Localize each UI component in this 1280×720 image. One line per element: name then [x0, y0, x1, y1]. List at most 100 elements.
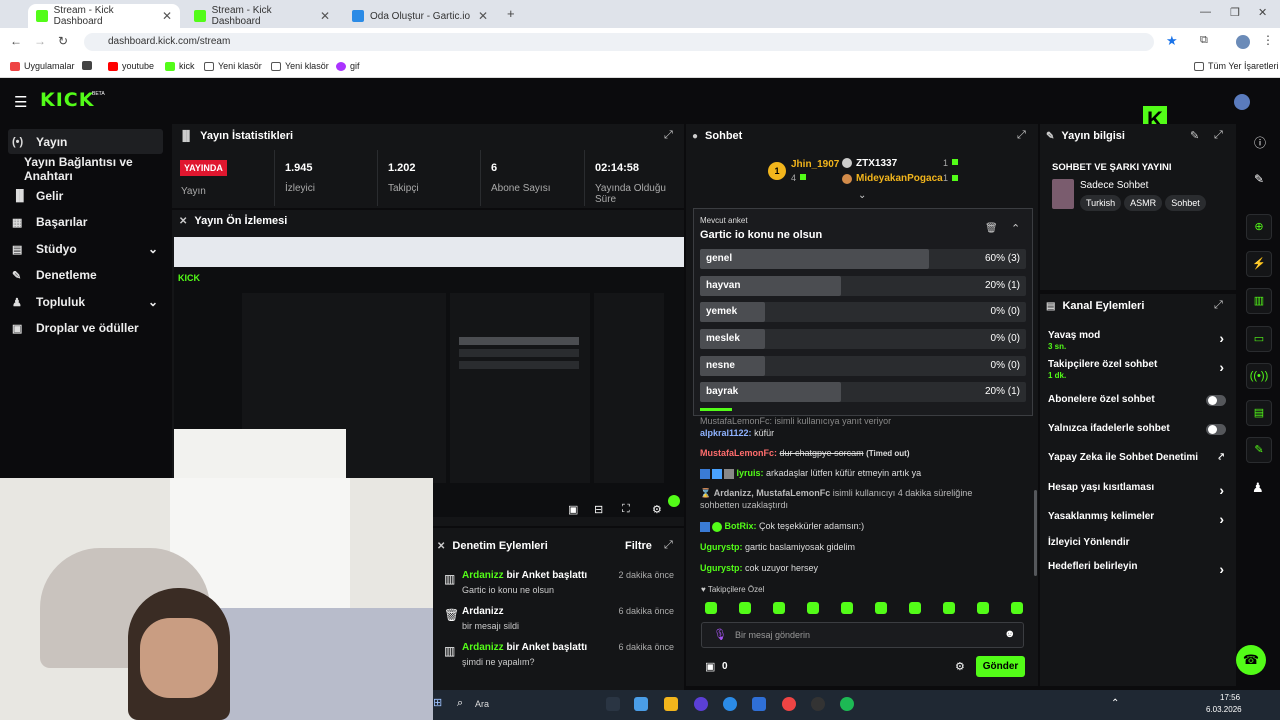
spotify-icon[interactable]	[840, 697, 854, 711]
emote-icon[interactable]	[739, 602, 751, 614]
store-icon[interactable]	[752, 697, 766, 711]
popout-icon[interactable]: ⤢	[1017, 129, 1026, 142]
popout-icon[interactable]: ⤢	[664, 129, 673, 142]
bookmark-folder-2[interactable]: Yeni klasör	[271, 61, 329, 71]
chat-username[interactable]: MustafaLemonFc:	[700, 448, 777, 458]
search-icon[interactable]: ⌕	[457, 697, 463, 710]
minimize-icon[interactable]: —	[1200, 6, 1211, 18]
app-icon[interactable]	[694, 697, 708, 711]
close-window-icon[interactable]: ✕	[1258, 6, 1267, 19]
channel-action-item[interactable]: Yasaklanmış kelimeler ›	[1048, 511, 1232, 527]
edge-icon[interactable]	[723, 697, 737, 711]
sidebar-item-droplar[interactable]: ▣ Droplar ve ödüller	[8, 316, 164, 340]
extensions-icon[interactable]: ⧉	[1200, 34, 1208, 47]
chevron-right-icon[interactable]: ›	[1219, 359, 1224, 375]
edit-icon[interactable]: ✎	[1254, 172, 1264, 186]
bookmark-folder-1[interactable]: Yeni klasör	[204, 61, 262, 71]
chrome-icon[interactable]	[782, 697, 796, 711]
channel-action-item[interactable]: Hedefleri belirleyin ›	[1048, 561, 1232, 577]
chat-username[interactable]: alpkral1122:	[700, 428, 752, 438]
reload-icon[interactable]: ↻	[58, 34, 68, 48]
preview-control-icon[interactable]: ▣	[568, 503, 578, 516]
mod-user[interactable]: Ardanizz	[462, 606, 504, 617]
browser-tab-3[interactable]: Oda Oluştur - Gartic.io ✕	[344, 4, 496, 28]
emote-icon[interactable]	[1011, 602, 1023, 614]
emote-icon[interactable]	[909, 602, 921, 614]
bookmark-star-icon[interactable]: ★	[1166, 33, 1178, 49]
bookmark-kick[interactable]: kick	[165, 61, 195, 71]
explorer-icon[interactable]	[664, 697, 678, 711]
support-button[interactable]: ☎	[1236, 645, 1266, 675]
rail-button-3[interactable]: ▥	[1246, 288, 1272, 314]
task-view-icon[interactable]	[606, 697, 620, 711]
close-icon[interactable]: ✕	[478, 9, 488, 23]
channel-action-item[interactable]: Yapay Zeka ile Sohbet Denetimi ⤤	[1048, 452, 1232, 468]
filter-button[interactable]: Filtre	[625, 540, 652, 552]
emote-icon[interactable]	[977, 602, 989, 614]
chevron-up-icon[interactable]: ⌃	[1011, 222, 1020, 235]
community-icon[interactable]: ♟	[1252, 480, 1264, 496]
url-field[interactable]: dashboard.kick.com/stream	[84, 33, 1154, 51]
bookmark-gif[interactable]: gif	[336, 61, 360, 71]
bookmark-apps[interactable]: Uygulamalar	[10, 61, 75, 71]
chat-username[interactable]: Ardanizz, MustafaLemonFc	[714, 488, 831, 498]
new-tab-icon[interactable]: +	[507, 6, 515, 21]
category-name[interactable]: Sadece Sohbet	[1080, 180, 1148, 191]
fullscreen-icon[interactable]: ⛶	[622, 503, 630, 516]
sidebar-item-studyo[interactable]: ▤ Stüdyo ⌄	[8, 237, 164, 261]
popout-icon[interactable]: ⤢	[1214, 129, 1223, 142]
taskbar-search[interactable]: Ara	[475, 699, 489, 709]
tag-chip[interactable]: Sohbet	[1165, 195, 1206, 211]
mod-user[interactable]: Ardanizz	[462, 570, 504, 581]
emote-icon[interactable]	[943, 602, 955, 614]
sidebar-item-yayin[interactable]: (•) Yayın	[8, 130, 164, 154]
channel-action-item[interactable]: Hesap yaşı kısıtlaması ›	[1048, 482, 1232, 498]
stream-preview-video[interactable]: KICK ▣ ⊟ ⛶ ⚙	[174, 237, 684, 517]
sidebar-item-stream-key[interactable]: Yayın Bağlantısı ve Anahtarı	[20, 155, 168, 183]
rail-button-6[interactable]: ▤	[1246, 400, 1272, 426]
obs-icon[interactable]	[811, 697, 825, 711]
tag-chip[interactable]: Turkish	[1080, 195, 1122, 211]
bookmark-grid[interactable]	[82, 61, 92, 70]
back-icon[interactable]: ←	[10, 34, 22, 48]
sidebar-item-basarilar[interactable]: ▦ Başarılar	[8, 210, 164, 234]
toggle-switch[interactable]	[1206, 395, 1226, 406]
channel-action-item[interactable]: Abonelere özel sohbet	[1048, 394, 1232, 410]
chevron-down-icon[interactable]: ⌄	[858, 190, 866, 201]
bookmark-youtube[interactable]: youtube	[108, 61, 154, 71]
forward-icon[interactable]: →	[34, 34, 46, 48]
emote-icon[interactable]	[841, 602, 853, 614]
chevron-right-icon[interactable]: ›	[1219, 330, 1224, 346]
browser-tab-2[interactable]: Stream - Kick Dashboard ✕	[186, 4, 338, 28]
channel-action-item[interactable]: İzleyici Yönlendir	[1048, 537, 1232, 553]
emote-icon[interactable]	[807, 602, 819, 614]
rail-button-2[interactable]: ⚡	[1246, 251, 1272, 277]
edit-icon[interactable]: ✎	[1190, 129, 1199, 142]
trash-icon[interactable]: 🗑	[985, 223, 998, 234]
sidebar-item-topluluk[interactable]: ♟ Topluluk ⌄	[8, 290, 164, 314]
leader-name[interactable]: ZTX1337	[856, 158, 897, 169]
gear-icon[interactable]: ⚙	[955, 660, 965, 673]
menu-dots-icon[interactable]: ⋮	[1262, 33, 1274, 47]
channel-action-item[interactable]: Yalnızca ifadelerle sohbet	[1048, 423, 1232, 439]
start-icon[interactable]: ⊞	[433, 696, 442, 709]
chat-username[interactable]: Ugurystp:	[700, 563, 743, 573]
leader-name[interactable]: MideyakanPogaca	[856, 173, 943, 184]
profile-avatar[interactable]	[1236, 35, 1250, 49]
tray-chevron-icon[interactable]: ⌃	[1111, 698, 1119, 709]
emote-icon[interactable]	[705, 602, 717, 614]
chevron-right-icon[interactable]: ›	[1219, 511, 1224, 527]
popout-icon[interactable]: ⤢	[1214, 299, 1223, 312]
emote-icon[interactable]	[773, 602, 785, 614]
chat-username[interactable]: Ugurystp:	[700, 542, 743, 552]
hamburger-menu-icon[interactable]: ☰	[14, 93, 27, 111]
external-link-icon[interactable]: ⤤	[1218, 452, 1224, 463]
rail-button-5[interactable]: ((•))	[1246, 363, 1272, 389]
chevron-right-icon[interactable]: ›	[1219, 482, 1224, 498]
gear-icon[interactable]: ⚙	[652, 503, 662, 516]
chevron-right-icon[interactable]: ›	[1219, 561, 1224, 577]
sidebar-item-denetleme[interactable]: ✎ Denetleme	[8, 263, 164, 287]
rail-button-4[interactable]: ▭	[1246, 326, 1272, 352]
maximize-icon[interactable]: ❐	[1230, 6, 1240, 19]
all-bookmarks[interactable]: Tüm Yer İşaretleri	[1194, 61, 1279, 71]
